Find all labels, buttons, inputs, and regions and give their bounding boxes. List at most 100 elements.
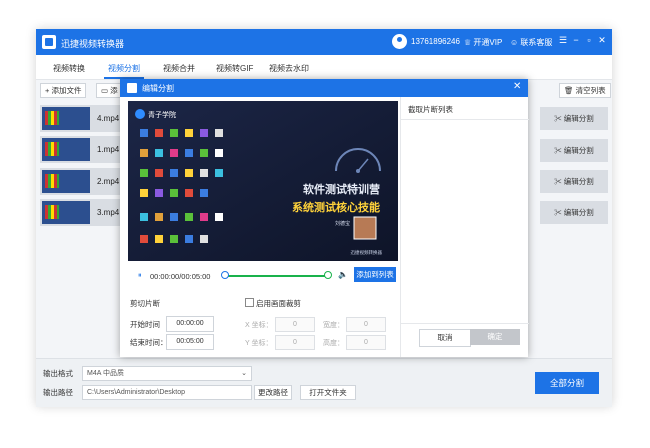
scissors-icon: ✂ [554,177,564,186]
change-path-button[interactable]: 更改路径 [254,385,292,400]
menu-icon[interactable]: ☰ [558,35,568,46]
add-file-button[interactable]: + 添加文件 [40,83,87,98]
output-format-label: 输出格式 [43,369,73,378]
edit-split-dialog: 编辑分割 ✕ 青子学院 软件测试特训营 系统测试核心技能 刘德宝 迅捷视频转换器… [120,79,529,357]
trim-start-handle[interactable] [221,271,229,279]
file-thumbnail [42,138,90,161]
file-row[interactable]: 2.mp4 [40,168,130,195]
app-title: 迅捷视频转换器 [61,39,125,49]
file-thumbnail [42,201,90,224]
dialog-logo-icon [127,83,137,93]
clip-list-title: 截取片断列表 [408,105,453,114]
output-path-label: 输出路径 [43,388,73,397]
service-link[interactable]: ☺ 联系客服 [510,37,552,48]
split-all-button[interactable]: 全部分割 [535,372,599,394]
file-row[interactable]: 4.mp4 [40,105,130,132]
width-label: 宽度： [323,322,344,329]
dialog-close-icon[interactable]: ✕ [513,81,521,92]
file-name: 1.mp4 [97,145,120,154]
edit-split-label: 编辑分割 [563,177,594,186]
presenter-photo [353,216,377,240]
chevron-down-icon: ⌄ [241,370,247,377]
crop-checkbox[interactable] [245,298,254,307]
edit-split-button[interactable]: ✂ 编辑分割 [540,139,608,162]
x-coord-input[interactable]: 0 [275,317,315,332]
tab-video-split[interactable]: 视频分割 [108,63,140,74]
tab-remove-watermark[interactable]: 视频去水印 [269,63,309,74]
end-time-label: 结束时间： [130,338,168,347]
dialog-title-bar: 编辑分割 ✕ [120,79,528,97]
file-thumbnail [42,107,90,130]
file-name: 4.mp4 [97,114,120,123]
folder-icon: ▭ [101,86,111,95]
output-path-field[interactable]: C:\Users\Administrator\Desktop [82,385,252,400]
app-logo-icon [42,35,56,49]
output-format-select[interactable]: M4A 中品质 ⌄ [82,366,252,381]
open-folder-button[interactable]: 打开文件夹 [300,385,356,400]
y-coord-label: Y 坐标： [245,340,273,347]
trash-icon: 🗑 [564,86,576,95]
edit-split-label: 编辑分割 [563,146,594,155]
height-label: 高度： [323,340,344,347]
trim-end-handle[interactable] [324,271,332,279]
timecode: 00:00:00/00:05:00 [150,272,211,281]
divider [401,119,529,120]
scissors-icon: ✂ [554,146,564,155]
tab-video-convert[interactable]: 视频转换 [53,63,85,74]
height-input[interactable]: 0 [346,335,386,350]
add-folder-label: 添 [110,86,118,95]
width-input[interactable]: 0 [346,317,386,332]
video-headline-1: 软件测试特训营 [303,182,380,196]
title-bar: 迅捷视频转换器 13761896246 ♕ 开通VIP ☺ 联系客服 ☰ − ▫… [36,29,612,55]
video-headline-2: 系统测试核心技能 [292,200,380,214]
y-coord-input[interactable]: 0 [275,335,315,350]
file-name: 3.mp4 [97,208,120,217]
file-row[interactable]: 1.mp4 [40,136,130,163]
minimize-icon[interactable]: − [571,35,581,45]
edit-split-button[interactable]: ✂ 编辑分割 [540,107,608,130]
scissors-icon: ✂ [554,208,564,217]
clear-list-button[interactable]: 🗑 清空列表 [559,83,611,98]
start-time-label: 开始时间 [130,320,160,329]
dialog-title: 编辑分割 [142,84,174,93]
trim-track[interactable] [224,275,328,277]
tab-video-merge[interactable]: 视频合并 [163,63,195,74]
video-footer-logo: 迅捷视频转换器 [351,249,383,256]
x-coord-label: X 坐标： [245,322,273,329]
vip-label: 开通VIP [473,38,503,47]
ok-button[interactable]: 确定 [470,329,520,345]
output-format-value: M4A 中品质 [87,370,124,377]
video-preview[interactable]: 青子学院 软件测试特训营 系统测试核心技能 刘德宝 迅捷视频转换器 [128,101,398,261]
avatar[interactable] [392,34,407,49]
tab-video-gif[interactable]: 视频转GIF [216,63,253,74]
close-icon[interactable]: ✕ [597,35,607,46]
edit-split-label: 编辑分割 [563,114,594,123]
video-frame: 青子学院 软件测试特训营 系统测试核心技能 刘德宝 迅捷视频转换器 [128,101,398,261]
video-brand: 青子学院 [148,110,176,119]
scissors-icon: ✂ [554,114,564,123]
bottom-bar: 输出格式 M4A 中品质 ⌄ 输出路径 C:\Users\Administrat… [36,358,612,407]
file-row[interactable]: 3.mp4 [40,199,130,226]
video-presenter: 刘德宝 [335,220,350,227]
cancel-button[interactable]: 取消 [419,329,471,347]
volume-icon[interactable]: 🔈 [338,270,348,279]
vip-link[interactable]: ♕ 开通VIP [464,37,502,48]
maximize-icon[interactable]: ▫ [584,35,594,45]
user-phone[interactable]: 13761896246 [411,37,460,46]
edit-split-button[interactable]: ✂ 编辑分割 [540,201,608,224]
crop-label: 启用画面裁剪 [256,299,301,308]
end-time-input[interactable]: 00:05:00 [166,334,214,350]
file-thumbnail [42,170,90,193]
file-name: 2.mp4 [97,177,120,186]
service-label: 联系客服 [520,38,553,47]
pause-icon[interactable]: ⏸ [138,272,142,280]
cut-section-title: 剪切片断 [130,299,160,308]
trim-range-fill [224,275,328,277]
divider [401,323,529,324]
edit-split-label: 编辑分割 [563,208,594,217]
edit-split-button[interactable]: ✂ 编辑分割 [540,170,608,193]
add-to-list-button[interactable]: 添加到列表 [354,267,396,282]
brand-logo-icon [135,109,145,119]
clip-list-panel: 截取片断列表 取消 确定 [400,97,529,357]
start-time-input[interactable]: 00:00:00 [166,316,214,332]
